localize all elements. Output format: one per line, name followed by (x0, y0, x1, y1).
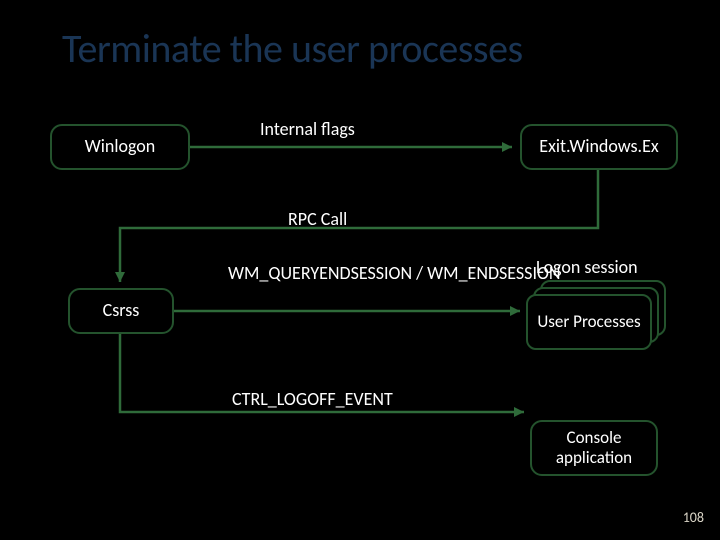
node-exitwindowsex: Exit.Windows.Ex (520, 124, 678, 170)
node-winlogon: Winlogon (50, 124, 190, 170)
node-console-application: Console application (530, 420, 658, 476)
page-number: 108 (683, 509, 704, 526)
edge-label-ctrl-logoff: CTRL_LOGOFF_EVENT (232, 388, 393, 410)
stack-layer-front: User Processes (526, 294, 652, 350)
edge-label-internal-flags: Internal flags (260, 118, 355, 140)
node-csrss: Csrss (68, 288, 174, 334)
slide-title: Terminate the user processes (62, 24, 523, 73)
label-logon-session: Logon session (536, 256, 638, 278)
edge-label-rpc-call: RPC Call (288, 208, 347, 230)
edge-label-wm-sessions: WM_QUERYENDSESSION / WM_ENDSESSION (228, 262, 561, 285)
node-user-processes-stack: User Processes (526, 280, 666, 350)
